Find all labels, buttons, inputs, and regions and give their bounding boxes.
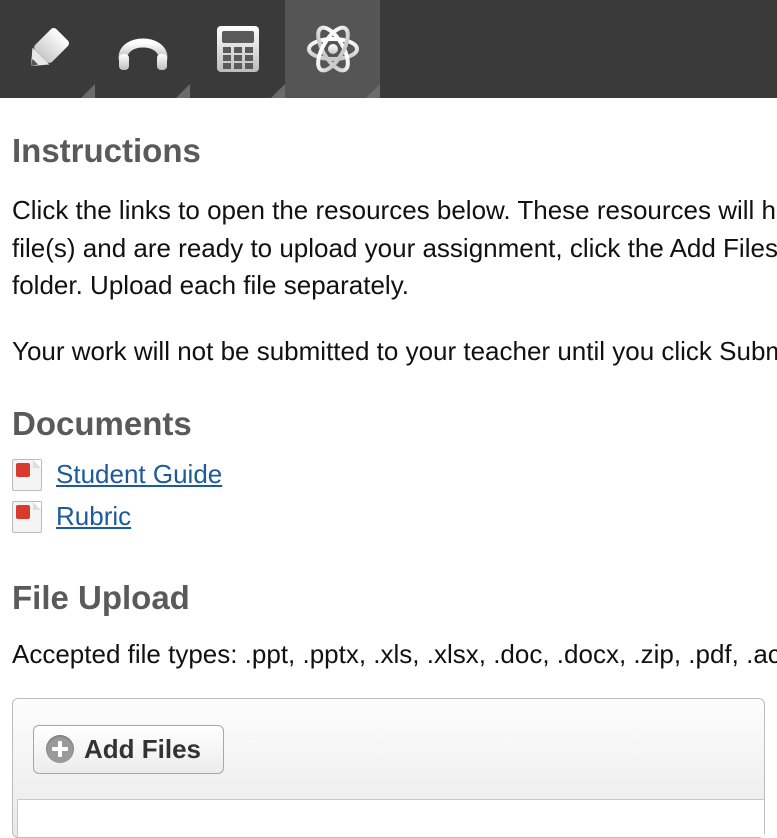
document-link-student-guide[interactable]: Student Guide — [56, 459, 222, 490]
document-row: Student Guide — [12, 459, 765, 491]
dropdown-corner-icon — [271, 84, 285, 98]
document-link-rubric[interactable]: Rubric — [56, 501, 131, 532]
pdf-icon — [12, 501, 42, 533]
headphones-icon — [115, 24, 171, 74]
pdf-icon — [12, 459, 42, 491]
dropdown-corner-icon — [81, 84, 95, 98]
plus-icon — [46, 735, 74, 763]
toolbar — [0, 0, 777, 98]
dropdown-corner-icon — [176, 84, 190, 98]
pencil-icon — [22, 23, 74, 75]
accepted-file-types: Accepted file types: .ppt, .pptx, .xls, … — [12, 639, 765, 670]
instructions-line: Click the links to open the resources be… — [12, 195, 777, 225]
documents-heading: Documents — [12, 405, 765, 443]
content-area: Instructions Click the links to open the… — [0, 98, 777, 838]
file-upload-heading: File Upload — [12, 579, 765, 617]
atom-icon — [305, 21, 361, 77]
dropdown-corner-icon — [366, 84, 380, 98]
add-files-label: Add Files — [84, 734, 201, 765]
instructions-submit-note: Your work will not be submitted to your … — [12, 333, 765, 371]
instructions-heading: Instructions — [12, 132, 765, 170]
add-files-button[interactable]: Add Files — [33, 725, 224, 774]
upload-list-area — [17, 799, 764, 837]
instructions-line: folder. Upload each file separately. — [12, 270, 409, 300]
instructions-line: file(s) and are ready to upload your ass… — [12, 233, 777, 263]
calculator-icon — [215, 24, 261, 74]
document-row: Rubric — [12, 501, 765, 533]
instructions-text: Click the links to open the resources be… — [12, 192, 765, 305]
upload-dropzone[interactable]: Add Files — [12, 698, 765, 838]
